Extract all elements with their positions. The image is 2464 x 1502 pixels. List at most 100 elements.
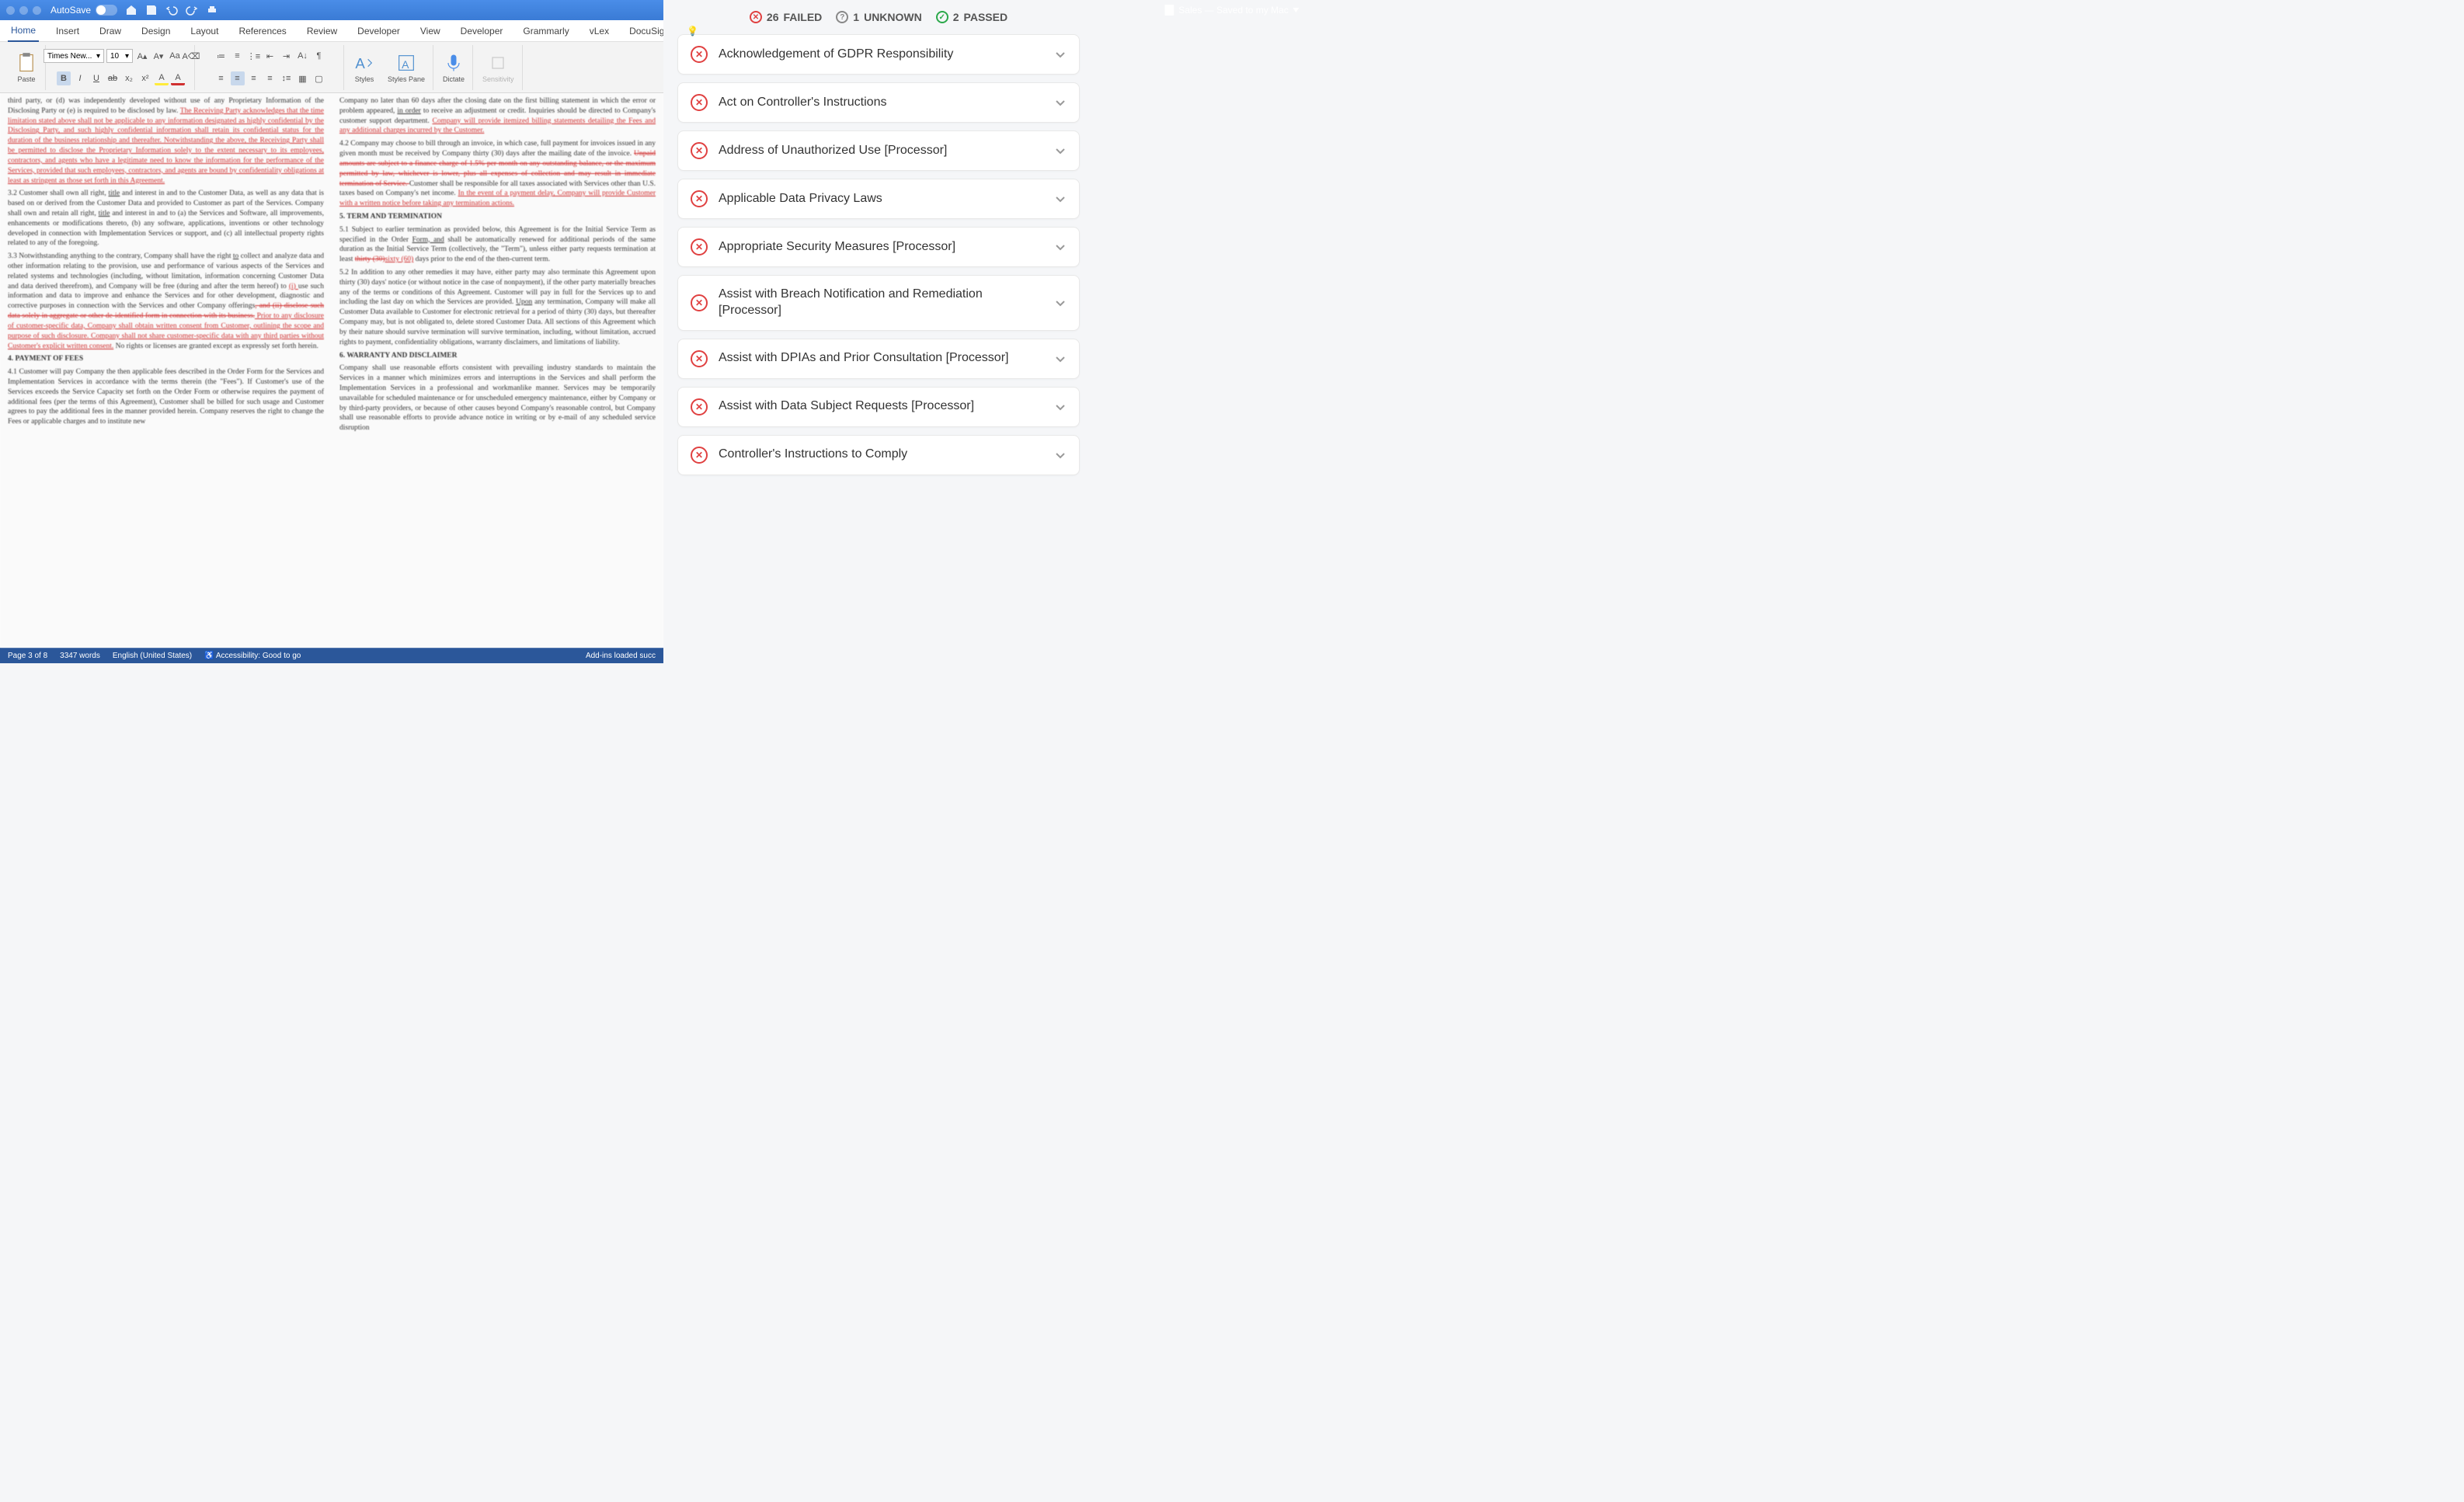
grow-font-icon[interactable]: A▴ (135, 49, 149, 63)
check-title: Act on Controller's Instructions (719, 95, 1043, 111)
redo-icon[interactable] (186, 4, 198, 16)
chevron-down-icon (1054, 401, 1067, 413)
tab-draw[interactable]: Draw (96, 21, 124, 41)
tab-vlex[interactable]: vLex (586, 21, 612, 41)
status-bar: Page 3 of 8 3347 words English (United S… (0, 648, 663, 663)
chevron-down-icon (1054, 449, 1067, 461)
svg-text:A: A (402, 58, 409, 71)
strike-button[interactable]: ab (106, 71, 120, 85)
tab-view[interactable]: View (417, 21, 444, 41)
highlight-button[interactable]: A (155, 71, 169, 85)
tab-review[interactable]: Review (304, 21, 340, 41)
page-indicator[interactable]: Page 3 of 8 (8, 652, 47, 660)
tab-insert[interactable]: Insert (53, 21, 82, 41)
fail-icon: ✕ (691, 190, 708, 207)
word-app-window: AutoSave Sales — Saved to my Mac Home In… (0, 0, 663, 663)
word-count[interactable]: 3347 words (60, 652, 100, 660)
undo-icon[interactable] (165, 4, 178, 16)
check-title: Acknowledgement of GDPR Responsibility (719, 47, 1043, 63)
check-item[interactable]: ✕ Address of Unauthorized Use [Processor… (677, 130, 1080, 171)
check-title: Applicable Data Privacy Laws (719, 191, 1043, 207)
tab-references[interactable]: References (235, 21, 289, 41)
font-size-select[interactable]: 10▾ (106, 49, 133, 63)
fail-icon: ✕ (691, 398, 708, 415)
bullets-icon[interactable]: ≔ (214, 49, 228, 63)
clipboard-group: Paste (8, 45, 46, 90)
check-item[interactable]: ✕ Act on Controller's Instructions (677, 82, 1080, 123)
summary-failed[interactable]: ✕ 26 FAILED (750, 11, 822, 23)
language-indicator[interactable]: English (United States) (113, 652, 192, 660)
document-canvas[interactable]: third party, or (d) was independently de… (0, 93, 663, 648)
print-icon[interactable] (206, 4, 218, 16)
line-spacing-icon[interactable]: ↕≡ (280, 71, 294, 85)
borders-icon[interactable]: ▢ (312, 71, 326, 85)
tab-developer[interactable]: Developer (354, 21, 403, 41)
summary-bar: ✕ 26 FAILED ? 1 UNKNOWN ✓ 2 PASSED (677, 11, 1080, 23)
italic-button[interactable]: I (73, 71, 87, 85)
font-name-select[interactable]: Times New...▾ (44, 49, 104, 63)
chevron-down-icon (1054, 353, 1067, 365)
chevron-down-icon[interactable] (1293, 8, 1300, 12)
tab-design[interactable]: Design (138, 21, 173, 41)
quick-access-toolbar (125, 4, 218, 16)
paste-button[interactable]: Paste (12, 50, 40, 85)
align-right-icon[interactable]: ≡ (247, 71, 261, 85)
check-item[interactable]: ✕ Controller's Instructions to Comply (677, 435, 1080, 475)
summary-unknown[interactable]: ? 1 UNKNOWN (836, 11, 921, 23)
pass-icon: ✓ (936, 11, 948, 23)
check-title: Assist with DPIAs and Prior Consultation… (719, 350, 1043, 367)
accessibility-status[interactable]: ♿ Accessibility: Good to go (204, 652, 301, 660)
numbering-icon[interactable]: ≡ (231, 49, 245, 63)
page-text: third party, or (d) was independently de… (8, 93, 656, 648)
sensitivity-button[interactable]: Sensitivity (479, 50, 517, 85)
shading-icon[interactable]: ▦ (296, 71, 310, 85)
column-right: Company no later than 60 days after the … (339, 96, 656, 648)
superscript-button[interactable]: x² (138, 71, 152, 85)
styles-button[interactable]: A Styles (350, 50, 378, 85)
underline-button[interactable]: U (89, 71, 103, 85)
dictate-button[interactable]: Dictate (440, 50, 468, 85)
compliance-panel: ✕ 26 FAILED ? 1 UNKNOWN ✓ 2 PASSED ✕ Ack… (663, 0, 1094, 663)
shrink-font-icon[interactable]: A▾ (151, 49, 165, 63)
tab-grammarly[interactable]: Grammarly (520, 21, 572, 41)
multilevel-icon[interactable]: ⋮≡ (247, 49, 261, 63)
svg-text:A: A (355, 55, 365, 71)
chevron-down-icon (1054, 241, 1067, 253)
font-color-button[interactable]: A (171, 71, 185, 85)
tab-home[interactable]: Home (8, 20, 39, 42)
chevron-down-icon (1054, 96, 1067, 109)
check-item[interactable]: ✕ Appropriate Security Measures [Process… (677, 227, 1080, 267)
tab-layout[interactable]: Layout (187, 21, 221, 41)
sort-icon[interactable]: A↓ (296, 49, 310, 63)
align-left-icon[interactable]: ≡ (214, 71, 228, 85)
check-item[interactable]: ✕ Acknowledgement of GDPR Responsibility (677, 34, 1080, 75)
save-icon[interactable] (145, 4, 158, 16)
doc-icon (1164, 5, 1174, 16)
minimize-window[interactable] (19, 6, 28, 15)
toggle-switch[interactable] (96, 5, 117, 16)
summary-passed[interactable]: ✓ 2 PASSED (936, 11, 1008, 23)
tab-developer-2[interactable]: Developer (458, 21, 506, 41)
styles-pane-button[interactable]: A Styles Pane (385, 50, 428, 85)
tell-me-icon[interactable]: 💡 (687, 25, 698, 37)
dec-indent-icon[interactable]: ⇤ (263, 49, 277, 63)
zoom-window[interactable] (33, 6, 41, 15)
inc-indent-icon[interactable]: ⇥ (280, 49, 294, 63)
paragraph-group: ≔ ≡ ⋮≡ ⇤ ⇥ A↓ ¶ ≡ ≡ ≡ ≡ ↕≡ ▦ ▢ (197, 45, 344, 90)
fail-icon: ✕ (691, 46, 708, 63)
justify-icon[interactable]: ≡ (263, 71, 277, 85)
close-window[interactable] (6, 6, 15, 15)
pilcrow-icon[interactable]: ¶ (312, 49, 326, 63)
check-item[interactable]: ✕ Assist with Breach Notification and Re… (677, 275, 1080, 331)
autosave-toggle[interactable]: AutoSave (50, 5, 117, 16)
subscript-button[interactable]: x₂ (122, 71, 136, 85)
check-item[interactable]: ✕ Assist with Data Subject Requests [Pro… (677, 387, 1080, 427)
align-center-icon[interactable]: ≡ (231, 71, 245, 85)
bold-button[interactable]: B (57, 71, 71, 85)
styles-icon: A (353, 52, 375, 74)
change-case-icon[interactable]: Aa (168, 49, 182, 63)
home-icon[interactable] (125, 4, 137, 16)
sensitivity-group: Sensitivity (475, 45, 523, 90)
check-item[interactable]: ✕ Assist with DPIAs and Prior Consultati… (677, 339, 1080, 379)
check-item[interactable]: ✕ Applicable Data Privacy Laws (677, 179, 1080, 219)
